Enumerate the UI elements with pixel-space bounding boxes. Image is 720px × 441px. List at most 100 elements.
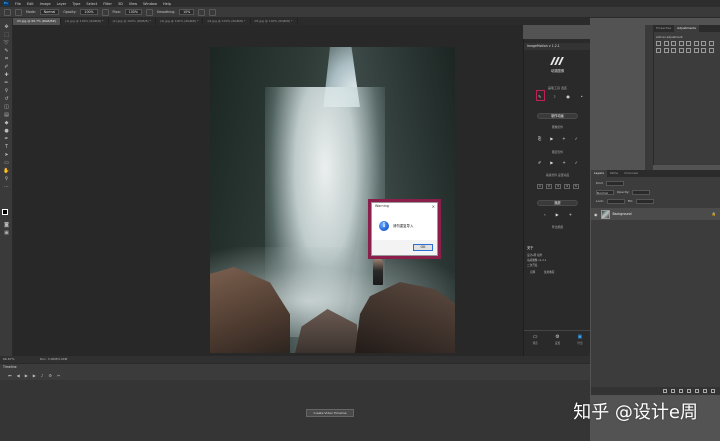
smoothing-gear-icon[interactable] (198, 8, 206, 16)
brush-preset-icon[interactable] (4, 8, 11, 16)
move-tool-icon[interactable]: ✥ (3, 24, 10, 30)
audio-icon[interactable]: ♪ (41, 373, 44, 378)
color-lookup-icon[interactable] (671, 48, 676, 53)
pen-tool-icon[interactable]: ✒ (3, 136, 10, 142)
tab-doc-2[interactable]: (1).jpg @ 100% (RGB/8) * (61, 18, 109, 25)
quick-select-tool-icon[interactable]: ✎ (3, 48, 10, 54)
tab-properties[interactable]: Properties (653, 25, 674, 32)
menu-window[interactable]: Window (143, 2, 157, 6)
tab-doc-1[interactable]: 03.jpg @ 66.7% (RGB/8#) (13, 18, 62, 25)
tab-layers[interactable]: Layers (591, 170, 607, 177)
healing-tool-icon[interactable]: ✚ (3, 72, 10, 78)
vibrance-icon[interactable] (686, 41, 691, 46)
brush-settings-icon[interactable] (15, 8, 22, 16)
tab-doc-3[interactable]: (2).jpg @ 100% (RGB/8) * (109, 18, 156, 25)
nav-preview[interactable]: ▭ 预览 (533, 334, 538, 345)
gradient-tool-icon[interactable]: ▤ (3, 112, 10, 118)
marquee-tool-icon[interactable]: ⬚ (3, 32, 10, 38)
ctrl-add-icon[interactable]: + (562, 136, 565, 141)
link-icon[interactable] (663, 389, 667, 393)
ctrl-play2-icon[interactable]: ▶ (550, 160, 553, 165)
dodge-tool-icon[interactable]: ● (3, 128, 10, 134)
exposure-icon[interactable] (678, 41, 684, 46)
kind-select[interactable] (605, 180, 624, 186)
lasso-tool-icon[interactable]: ➰ (3, 40, 10, 46)
dialog-close-icon[interactable]: × (432, 203, 435, 210)
pressure-size-icon[interactable] (209, 8, 217, 16)
ctrl-add2-icon[interactable]: + (562, 160, 565, 165)
posterize-icon[interactable] (686, 48, 691, 53)
tab-doc-5[interactable]: 04.jpg @ 100% (RGB/8) * (203, 18, 251, 25)
tab-paths[interactable]: Paths (607, 170, 621, 177)
crop-tool-icon[interactable]: ⌗ (3, 56, 10, 62)
more-tools-icon[interactable]: ⋯ (3, 184, 10, 190)
foreground-color-swatch[interactable] (2, 209, 8, 215)
about-link-site[interactable]: 官网 (530, 270, 535, 274)
blur-tool-icon[interactable]: ◆ (3, 120, 10, 126)
brightness-icon[interactable] (656, 41, 661, 46)
mask-icon[interactable] (679, 389, 683, 393)
new-layer-icon[interactable] (703, 389, 707, 393)
menu-view[interactable]: View (129, 2, 137, 6)
photo-filter-icon[interactable] (656, 48, 661, 53)
brush-icon[interactable]: ✎ (538, 94, 541, 99)
menu-image[interactable]: Image (40, 2, 51, 6)
menu-file[interactable]: File (15, 2, 21, 6)
eyedropper-tool-icon[interactable]: ✐ (3, 64, 10, 70)
play3-icon[interactable]: ▶ (556, 212, 559, 217)
adjustment-layer-icon[interactable] (687, 389, 691, 393)
tab-channels[interactable]: Channels (621, 170, 641, 177)
airbrush-icon[interactable] (145, 8, 153, 16)
frame-5-button[interactable]: 5 (573, 184, 579, 189)
settings-icon[interactable]: ⚙ (48, 373, 52, 378)
eraser-tool-icon[interactable]: ◫ (3, 104, 10, 110)
smoothing-field[interactable]: 10% (179, 9, 195, 15)
fx-icon[interactable] (671, 389, 675, 393)
first-frame-icon[interactable]: ⏮ (8, 373, 12, 378)
ctrl-frame-icon[interactable]: ⎘ (538, 136, 541, 141)
dot-icon[interactable]: ● (566, 94, 570, 99)
channel-mixer-icon[interactable] (663, 48, 669, 53)
stamp-tool-icon[interactable]: ⚲ (3, 88, 10, 94)
play-icon[interactable]: ▶ (25, 373, 28, 378)
lock-options[interactable] (606, 198, 625, 204)
brush-tool-icon[interactable]: ✏ (3, 80, 10, 86)
frame-3-button[interactable]: 3 (555, 184, 561, 189)
layer-opacity-field[interactable] (632, 189, 651, 195)
add3-icon[interactable]: + (569, 212, 572, 217)
menu-type[interactable]: Type (72, 2, 80, 6)
fill-field[interactable] (635, 198, 654, 204)
menu-3d[interactable]: 3D (118, 2, 123, 6)
layer-background[interactable]: ◉ Background 🔒 (591, 208, 720, 220)
menu-filter[interactable]: Filter (103, 2, 112, 6)
screen-mode-icon[interactable]: ▣ (3, 230, 10, 236)
about-link-tutorial[interactable]: 使用教程 (544, 270, 554, 274)
mode-select[interactable]: Normal (39, 9, 60, 15)
nav-settings[interactable]: ⚙ 设置 (555, 334, 560, 345)
menu-layer[interactable]: Layer (57, 2, 67, 6)
visibility-eye-icon[interactable]: ◉ (594, 212, 598, 217)
invert-icon[interactable] (678, 48, 684, 53)
path-select-tool-icon[interactable]: ➤ (3, 152, 10, 158)
history-brush-tool-icon[interactable]: ↺ (3, 96, 10, 102)
menu-help[interactable]: Help (163, 2, 171, 6)
group-icon[interactable] (695, 389, 699, 393)
tab-doc-6[interactable]: 05.jpg @ 100% (RGB/8) * (251, 18, 298, 25)
type-tool-icon[interactable]: T (3, 144, 10, 150)
hand-tool-icon[interactable]: ✋ (3, 168, 10, 174)
ctrl-check2-icon[interactable]: ✓ (575, 160, 578, 165)
menu-select[interactable]: Select (86, 2, 97, 6)
prev-icon[interactable]: ‹ (544, 212, 546, 217)
tab-adjustments[interactable]: Adjustments (674, 25, 699, 32)
flow-field[interactable]: 100% (124, 9, 142, 15)
bw-icon[interactable] (708, 41, 714, 46)
moon-icon[interactable]: ☽ (552, 94, 556, 99)
frame-2-button[interactable]: 2 (546, 184, 552, 189)
hue-icon[interactable] (693, 41, 699, 46)
create-video-timeline-button[interactable]: Create Video Timeline (306, 409, 354, 417)
frame-4-button[interactable]: 4 (564, 184, 570, 189)
nav-export[interactable]: ▣ 导出 (577, 334, 582, 345)
blend-mode-select[interactable]: Normal (596, 189, 614, 195)
ctrl-check-icon[interactable]: ✓ (575, 136, 578, 141)
prev-frame-icon[interactable]: ◀ (17, 373, 20, 378)
